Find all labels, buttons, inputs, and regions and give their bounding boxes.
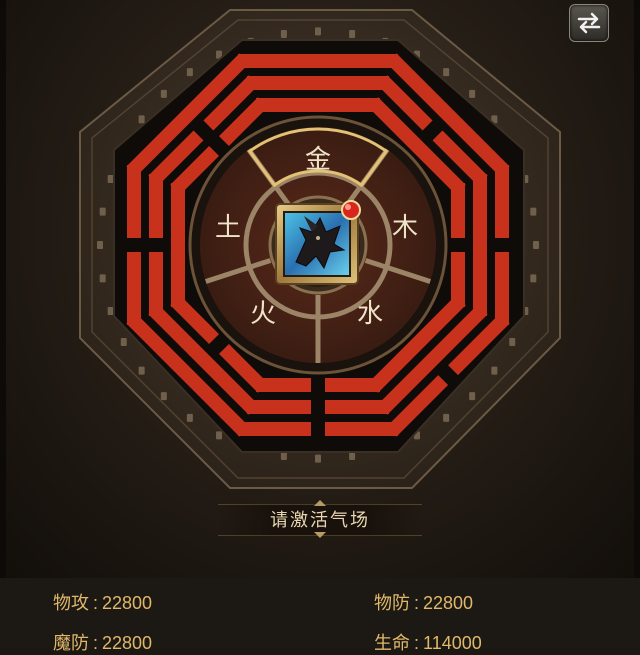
rune-mark: [186, 68, 193, 77]
element-earth[interactable]: 土: [215, 213, 241, 243]
trigram-line-broken: [149, 174, 163, 238]
rune-mark: [216, 431, 223, 440]
rune-mark: [533, 241, 539, 249]
rune-mark: [280, 452, 287, 461]
rune-mark: [107, 307, 114, 316]
trigram-line-broken: [149, 252, 163, 316]
rune-mark: [530, 207, 537, 216]
trigram-line-broken: [127, 165, 141, 238]
stat-physical-defense: 物防:22800: [374, 593, 474, 613]
stats-panel: 物攻:22800 物防:22800 魔防:22800 生命:114000: [0, 578, 640, 653]
trigram-line-broken: [325, 400, 389, 414]
rune-mark: [280, 29, 287, 38]
rune-mark: [491, 366, 498, 375]
element-metal[interactable]: 金: [305, 145, 331, 175]
activate-aura-label: 请激活气场: [270, 510, 370, 531]
bagua-board: 金 土 木 火 水: [79, 9, 561, 489]
swap-button[interactable]: [569, 4, 609, 42]
center-item-slot[interactable]: [275, 200, 361, 285]
trigram-line-solid: [238, 54, 398, 68]
rune-mark: [349, 29, 356, 38]
element-fire[interactable]: 火: [250, 299, 276, 329]
trigram-line-broken: [127, 252, 141, 325]
rune-mark: [186, 413, 193, 422]
trigram-line-broken: [238, 422, 311, 436]
rune-mark: [469, 89, 476, 98]
trigram-line-broken: [451, 183, 465, 238]
rune-mark: [469, 392, 476, 401]
swap-arrows-icon: [577, 12, 601, 34]
trigram-line-broken: [247, 400, 311, 414]
rune-mark: [315, 27, 321, 36]
rune-mark: [160, 89, 167, 98]
rune-mark: [509, 337, 516, 346]
element-wood[interactable]: 木: [392, 213, 418, 243]
trigram-line-broken: [495, 252, 509, 325]
rune-mark: [443, 68, 450, 77]
trigram-line-solid: [256, 98, 380, 112]
rune-mark: [443, 413, 450, 422]
trigram-line-solid: [473, 174, 487, 316]
trigram-line-broken: [325, 422, 398, 436]
activate-aura-banner[interactable]: 请激活气场: [218, 500, 422, 538]
banner-ornament-bottom: [314, 532, 326, 538]
rune-mark: [99, 274, 106, 283]
rune-mark: [107, 174, 114, 183]
trigram-line-broken: [495, 165, 509, 238]
notification-dot: [341, 200, 361, 220]
rune-mark: [160, 392, 167, 401]
rune-mark: [99, 207, 106, 216]
rune-mark: [349, 452, 356, 461]
rune-mark: [138, 366, 145, 375]
trigram-line-solid: [247, 76, 389, 90]
stat-physical-attack: 物攻:22800: [53, 593, 153, 613]
trigram-line-broken: [325, 378, 380, 392]
rune-mark: [138, 115, 145, 124]
stat-magic-defense: 魔防:22800: [53, 633, 153, 653]
rune-mark: [97, 241, 103, 249]
rune-mark: [530, 274, 537, 283]
rune-mark: [315, 454, 321, 463]
stat-health: 生命:114000: [374, 633, 482, 653]
trigram-line-solid: [171, 183, 185, 307]
bagua-stage: 金 土 木 火 水 请激活气场: [0, 0, 640, 578]
element-water[interactable]: 水: [357, 299, 383, 329]
rune-mark: [120, 337, 127, 346]
